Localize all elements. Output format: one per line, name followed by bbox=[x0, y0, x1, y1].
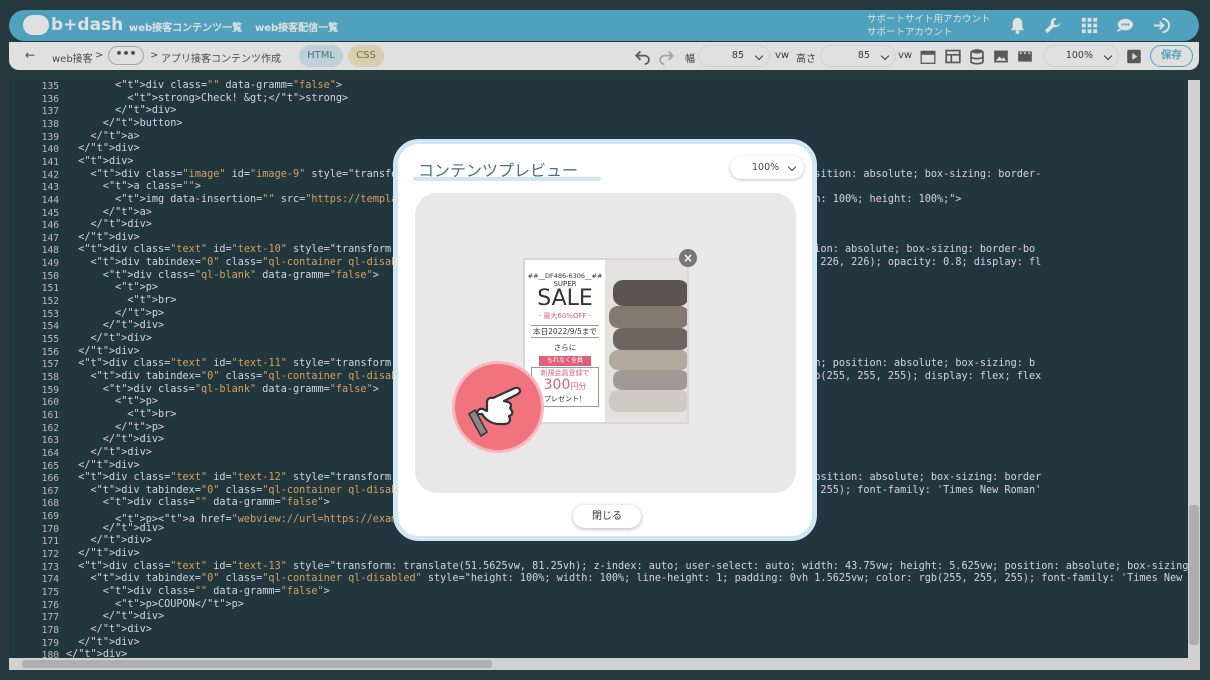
title-underline bbox=[413, 177, 601, 181]
banner-amount: 300 bbox=[543, 377, 571, 393]
preview-area: ##__DF486-6306__## SUPER SALE - 最大60%OFF… bbox=[415, 193, 796, 493]
pointing-hand-icon bbox=[452, 361, 544, 453]
chevron-down-icon bbox=[787, 162, 797, 172]
preview-modal: コンテンツプレビュー 100% ##__DF486-6306__## SUPER… bbox=[393, 139, 817, 541]
close-button[interactable]: 閉じる bbox=[573, 505, 641, 528]
banner-tag: もれなく全員 bbox=[539, 356, 591, 366]
banner-sale: SALE bbox=[537, 286, 593, 311]
banner-more: さらに bbox=[553, 343, 577, 352]
sale-banner[interactable]: ##__DF486-6306__## SUPER SALE - 最大60%OFF… bbox=[523, 258, 689, 424]
banner-period: 本日2022/9/5まで bbox=[531, 325, 599, 338]
sweater-stack-image bbox=[605, 260, 687, 422]
banner-unit: 円分 bbox=[570, 382, 587, 391]
modal-zoom-select[interactable]: 100% bbox=[730, 156, 804, 179]
banner-discount: - 最大60%OFF - bbox=[538, 312, 592, 320]
banner-code: ##__DF486-6306__## bbox=[527, 272, 603, 280]
banner-close-icon[interactable]: × bbox=[679, 249, 697, 267]
